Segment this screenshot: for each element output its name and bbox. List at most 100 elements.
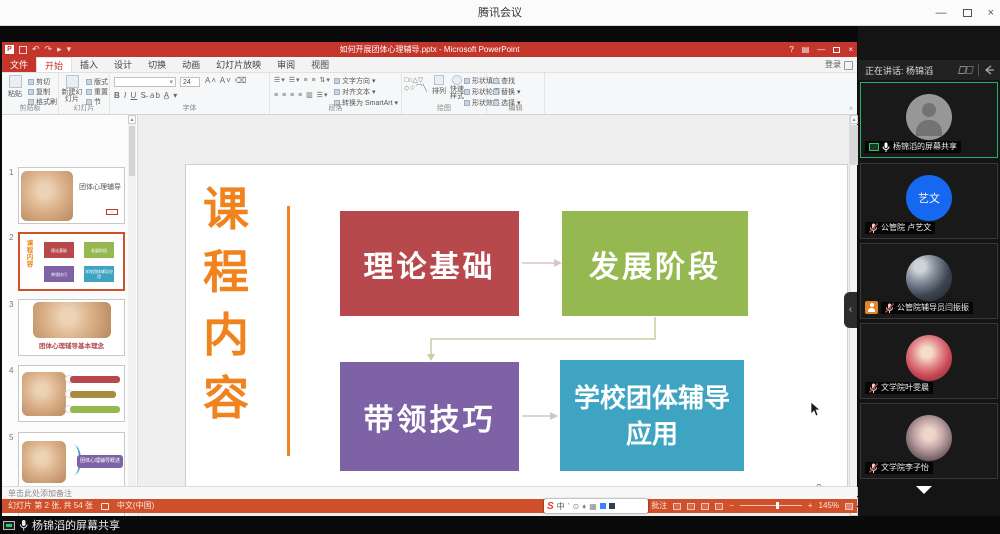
replace-button[interactable]: 替换 ▾ (493, 87, 520, 97)
copy-button[interactable]: 复制 (28, 87, 50, 97)
align-text-button[interactable]: 对齐文本 ▾ (334, 87, 375, 97)
scrollbar-thumb[interactable] (850, 125, 858, 165)
ppt-minimize-icon[interactable]: — (817, 45, 825, 54)
tab-transitions[interactable]: 切换 (140, 57, 174, 72)
mic-muted-icon (869, 463, 878, 473)
text-direction-button[interactable]: 文字方向 ▾ (334, 76, 375, 86)
sidebar-collapse-handle[interactable]: ‹ (844, 292, 857, 328)
tab-file[interactable]: 文件 (2, 57, 36, 72)
thumbnail-scrollbar[interactable]: ▲ ▼ (128, 115, 136, 528)
group-font: ▾ 24 A˄ A˅ ⌫ B I U S̶ ab A̲ ▾ 字体 (110, 73, 270, 114)
participant-name-label: 公管院辅导员闫振振 (881, 302, 973, 314)
sogou-logo-icon[interactable]: S (547, 501, 554, 512)
notes-pane[interactable]: 单击此处添加备注 (2, 486, 857, 499)
copy-label: 复制 (36, 89, 50, 96)
new-slide-button[interactable]: 新建幻灯片 (60, 75, 84, 103)
ime-mic-icon[interactable]: ♦ (582, 502, 586, 511)
shape-outline-icon (464, 89, 470, 95)
zoom-slider[interactable] (740, 505, 802, 506)
slide-thumbnail-5[interactable]: 团体心理辅导概述 (18, 432, 125, 489)
comments-toggle[interactable]: 批注 (651, 499, 667, 513)
ribbon-options-icon[interactable]: ▤ (802, 45, 810, 54)
reset-button[interactable]: 重置 (86, 87, 108, 97)
help-icon[interactable]: ? (789, 45, 793, 54)
font-style-buttons[interactable]: B I U S̶ ab A̲ ▾ (114, 91, 178, 100)
close-icon[interactable]: × (988, 7, 994, 19)
collapse-panel-icon[interactable] (984, 65, 995, 75)
participant-tile[interactable]: 艺文 公管院 卢艺文 (860, 163, 998, 239)
ime-mode-chinese[interactable]: 中 (557, 501, 565, 512)
slideshow-view-icon[interactable] (715, 503, 723, 510)
shapes-gallery[interactable]: □○△▽◇☆⌒╲ (404, 77, 430, 93)
connector-arrows (186, 165, 849, 509)
screen-share-icon (869, 143, 879, 151)
share-banner-label: 杨锦滔的屏幕共享 (32, 517, 120, 533)
paste-button[interactable]: 粘贴 (5, 75, 25, 99)
ime-punctuation-icon[interactable]: ’ (568, 502, 570, 511)
tab-home[interactable]: 开始 (36, 57, 72, 72)
slide-thumbnail-4[interactable] (18, 365, 125, 422)
powerpoint-window: P ↶ ↷ ▸ ▾ 如何开展团体心理辅导.pptx - Microsoft Po… (2, 42, 857, 513)
thumb-number: 5 (9, 433, 13, 442)
reading-view-icon[interactable] (701, 503, 709, 510)
zoom-level[interactable]: 145% (819, 499, 839, 513)
find-button[interactable]: 查找 (493, 76, 515, 86)
zoom-out-icon[interactable]: − (729, 499, 734, 513)
tab-animations[interactable]: 动画 (174, 57, 208, 72)
collapse-ribbon-icon[interactable]: ˄ (849, 106, 853, 113)
normal-view-icon[interactable] (673, 503, 681, 510)
language-indicator[interactable]: 中文(中国) (117, 499, 154, 513)
scroll-up-icon[interactable]: ▲ (128, 115, 136, 124)
slide-thumbnail-3[interactable]: 团体心理辅导基本理念 (18, 299, 125, 356)
find-label: 查找 (501, 78, 515, 85)
tab-view[interactable]: 视图 (303, 57, 337, 72)
paste-label: 粘贴 (8, 91, 22, 98)
replace-icon (493, 89, 499, 95)
spellcheck-icon[interactable] (101, 503, 109, 510)
list-buttons[interactable]: ☰▾ ☰▾ ≡ ≡ ⇅▾ (274, 76, 331, 84)
thumb-number: 1 (9, 168, 13, 177)
slide-sorter-icon[interactable] (687, 503, 695, 510)
slide-thumbnail-2-selected[interactable]: 课程内容 理论基础 发展阶段 带领技巧 学校团体辅导应用 (18, 232, 125, 291)
zoom-slider-handle[interactable] (776, 502, 779, 509)
layout-label: 版式 (94, 79, 108, 86)
sign-in-button[interactable]: 登录 (825, 57, 853, 73)
thumb2-box-purple: 带领技巧 (44, 266, 74, 282)
align-buttons[interactable]: ≡ ≡ ≡ ≡ ▥ ☰▾ (274, 91, 328, 99)
tab-design[interactable]: 设计 (106, 57, 140, 72)
ime-emoji-icon[interactable]: ⊙ (572, 502, 579, 511)
participant-tile[interactable]: 公管院辅导员闫振振 (860, 243, 998, 319)
participant-name-label: 文学院李子怡 (865, 462, 933, 474)
group-editing: 查找 替换 ▾ 选择 ▾ 编辑 (487, 73, 545, 114)
mic-on-icon (882, 142, 890, 152)
ime-toolbox-icon[interactable] (609, 503, 615, 509)
tab-insert[interactable]: 插入 (72, 57, 106, 72)
cut-button[interactable]: 剪切 (28, 77, 50, 87)
slide-thumbnail-1[interactable]: 团体心理辅导 ~ (18, 167, 125, 224)
scroll-participants-down-icon[interactable] (916, 486, 932, 494)
ime-keyboard-icon[interactable]: ▦ (589, 502, 597, 511)
font-grow-shrink-buttons[interactable]: A˄ A˅ ⌫ (205, 76, 247, 85)
speaker-view-icon[interactable] (964, 66, 974, 74)
participant-tile[interactable]: 文学院李子怡 (860, 403, 998, 479)
group-font-label: 字体 (110, 103, 269, 113)
fit-to-window-icon[interactable] (845, 503, 853, 510)
ppt-close-icon[interactable]: × (848, 45, 853, 54)
ime-skin-icon[interactable] (600, 503, 606, 509)
slide-canvas[interactable]: 课 程 内 容 理论基础 发展阶段 带领技巧 学校团体辅导 应用 (185, 164, 848, 508)
participant-tile[interactable]: 文学院叶雯晨 (860, 323, 998, 399)
arrange-button[interactable]: 排列 (430, 75, 448, 96)
minimize-icon[interactable]: — (936, 7, 947, 19)
zoom-in-icon[interactable]: + (808, 499, 813, 513)
font-size-select[interactable]: 24 (180, 77, 200, 87)
restore-icon[interactable] (963, 9, 972, 17)
participant-tile[interactable]: 杨锦滔的屏幕共享 (860, 82, 998, 158)
scrollbar-thumb[interactable] (129, 126, 135, 176)
ppt-restore-icon[interactable] (833, 47, 840, 53)
font-name-select[interactable]: ▾ (114, 77, 176, 87)
layout-button[interactable]: 版式 (86, 77, 108, 87)
scroll-up-icon[interactable]: ▲ (850, 115, 858, 124)
ime-toolbar[interactable]: S 中 ’ ⊙ ♦ ▦ (544, 499, 648, 513)
tab-slideshow[interactable]: 幻灯片放映 (208, 57, 269, 72)
tab-review[interactable]: 审阅 (269, 57, 303, 72)
